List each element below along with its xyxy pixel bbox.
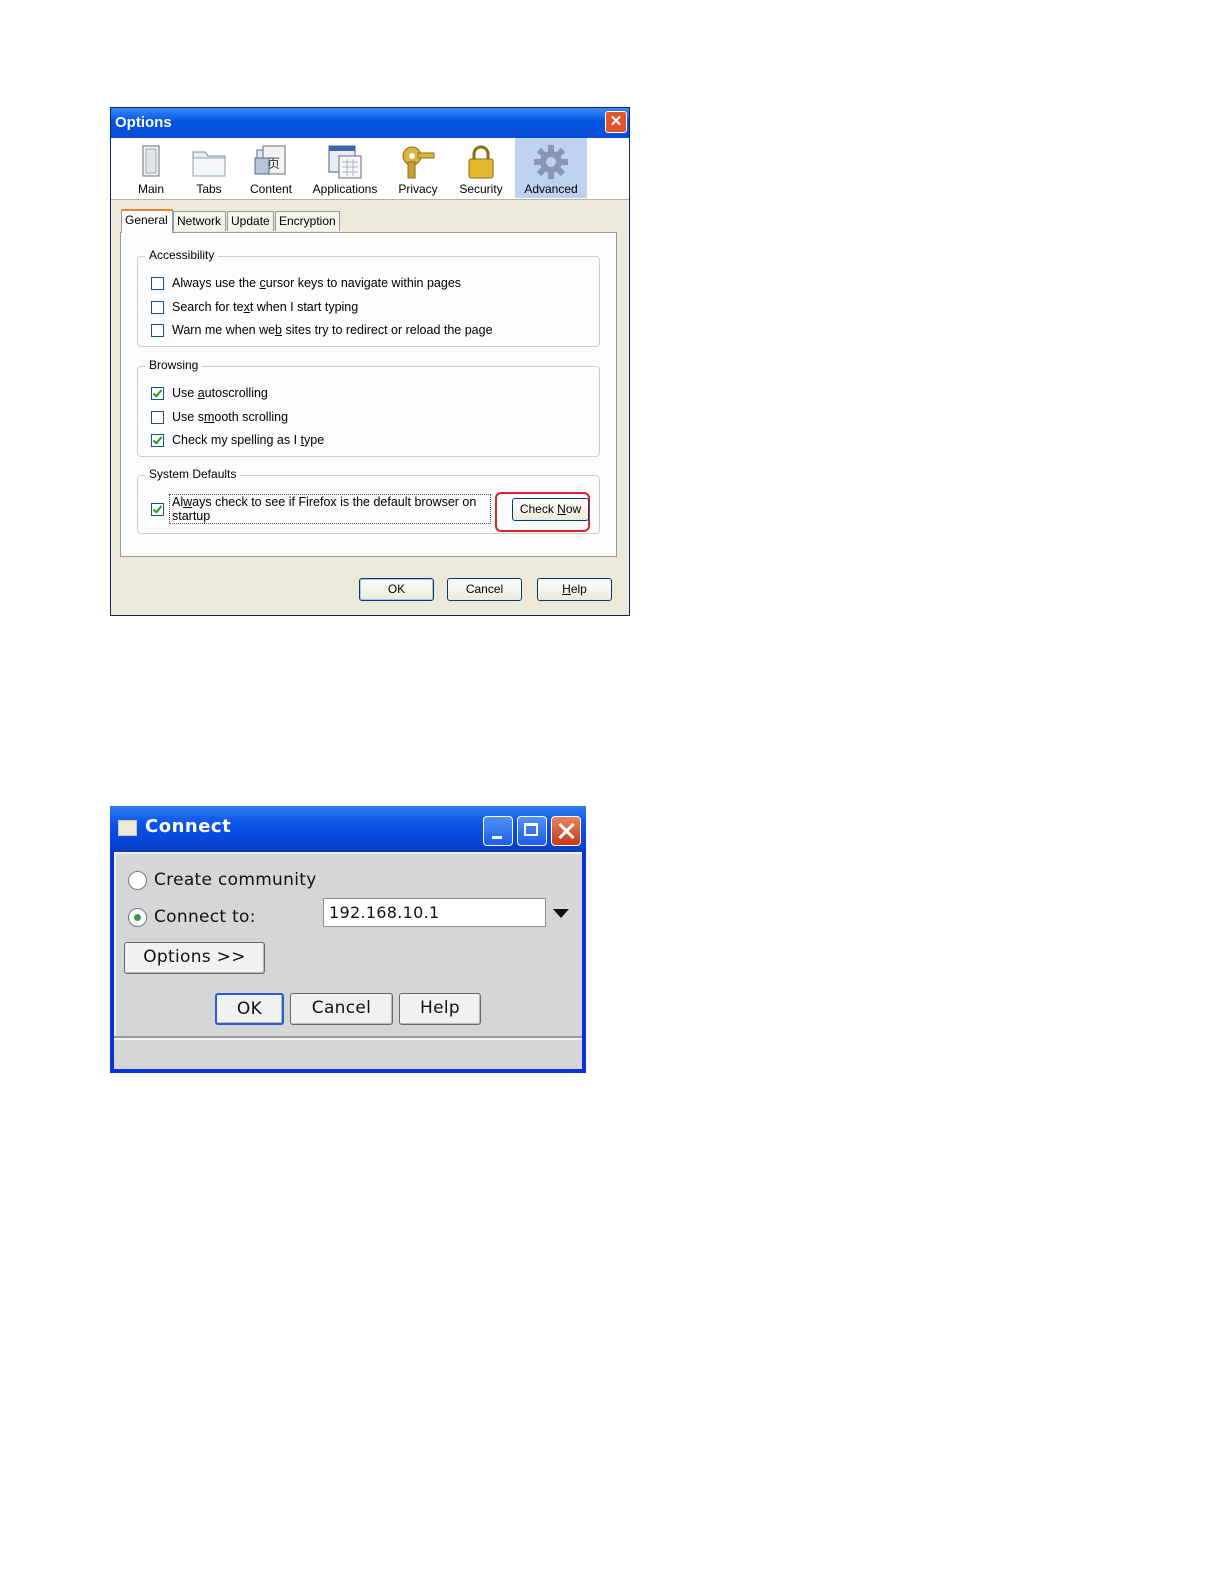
- browsing-legend: Browsing: [145, 358, 203, 372]
- pane-privacy-label: Privacy: [398, 182, 438, 196]
- smooth-scrolling-label: Use smooth scrolling: [172, 410, 289, 424]
- pane-security-label: Security: [459, 182, 503, 196]
- autoscrolling-label: Use autoscrolling: [172, 386, 268, 400]
- tab-network[interactable]: Network: [173, 211, 226, 231]
- pane-advanced[interactable]: Advanced: [515, 138, 587, 198]
- cursor-keys-label: Always use the cursor keys to navigate w…: [172, 276, 462, 290]
- close-icon: ✕: [609, 113, 623, 130]
- check-spelling-label: Check my spelling as I type: [172, 433, 325, 447]
- options-title: Options: [115, 114, 172, 131]
- pane-content-label: Content: [249, 182, 293, 196]
- accessibility-legend: Accessibility: [145, 248, 219, 262]
- search-text-typing-label: Search for text when I start typing: [172, 300, 359, 314]
- main-window-icon: [133, 144, 169, 180]
- connect-dialog: Connect Create community Connect to: Opt…: [110, 806, 586, 1073]
- options-help-button[interactable]: Help: [537, 578, 612, 601]
- privacy-key-icon: [400, 144, 436, 180]
- options-dialog: Options ✕ Main Tabs 页 Content Applicatio…: [110, 107, 630, 616]
- tab-general[interactable]: General: [121, 209, 173, 233]
- pane-main[interactable]: Main: [127, 138, 175, 198]
- tab-encryption[interactable]: Encryption: [275, 211, 340, 231]
- tabs-folder-icon: [191, 144, 227, 180]
- window-app-icon: [118, 820, 137, 836]
- check-now-button[interactable]: Check Now: [512, 498, 589, 521]
- connect-to-label: Connect to:: [154, 907, 256, 927]
- security-lock-icon: [463, 144, 499, 180]
- create-community-label: Create community: [154, 870, 317, 890]
- options-ok-button[interactable]: OK: [359, 578, 434, 601]
- applications-icon: [327, 144, 363, 180]
- dropdown-arrow-icon[interactable]: [546, 898, 575, 927]
- connect-close-button[interactable]: [551, 816, 581, 846]
- checkbox-box[interactable]: [151, 434, 164, 447]
- options-expand-button[interactable]: Options >>: [124, 942, 265, 974]
- address-input[interactable]: [323, 898, 546, 927]
- pane-applications[interactable]: Applications: [310, 138, 380, 198]
- pane-advanced-label: Advanced: [524, 182, 578, 196]
- minimize-button[interactable]: [483, 816, 513, 846]
- system-defaults-group: System Defaults Always check to see if F…: [137, 467, 600, 534]
- options-cancel-button[interactable]: Cancel: [447, 578, 522, 601]
- address-combobox[interactable]: [323, 898, 575, 927]
- create-community-radio[interactable]: [128, 871, 147, 890]
- checkbox-box[interactable]: [151, 301, 164, 314]
- pane-content[interactable]: 页 Content: [243, 138, 299, 198]
- default-browser-label: Always check to see if Firefox is the de…: [169, 494, 491, 524]
- warn-redirect-label: Warn me when web sites try to redirect o…: [172, 323, 493, 337]
- content-icon: 页: [253, 144, 289, 180]
- pane-privacy[interactable]: Privacy: [393, 138, 443, 198]
- pane-main-label: Main: [137, 182, 164, 196]
- advanced-gear-icon: [533, 144, 569, 180]
- connect-cancel-button[interactable]: Cancel: [290, 993, 393, 1025]
- maximize-button[interactable]: [517, 816, 547, 846]
- browsing-group: Browsing Use autoscrolling Use smooth sc…: [137, 358, 600, 457]
- options-close-button[interactable]: ✕: [605, 111, 627, 133]
- options-title-bar[interactable]: Options ✕: [111, 108, 629, 138]
- connect-help-button[interactable]: Help: [399, 993, 481, 1025]
- general-tab-panel: Accessibility Always use the cursor keys…: [120, 232, 617, 557]
- pane-applications-label: Applications: [312, 182, 378, 196]
- connect-to-radio[interactable]: [128, 908, 147, 927]
- connect-ok-button[interactable]: OK: [215, 993, 284, 1025]
- checkbox-box[interactable]: [151, 277, 164, 290]
- system-defaults-legend: System Defaults: [145, 467, 241, 481]
- tab-update[interactable]: Update: [227, 211, 274, 231]
- checkbox-box[interactable]: [151, 503, 164, 516]
- checkbox-box[interactable]: [151, 411, 164, 424]
- status-bar: [114, 1038, 582, 1069]
- checkbox-box[interactable]: [151, 387, 164, 400]
- connect-title-bar[interactable]: Connect: [110, 806, 586, 852]
- accessibility-group: Accessibility Always use the cursor keys…: [137, 248, 600, 347]
- options-pane-toolbar: Main Tabs 页 Content Applications Privacy…: [111, 138, 629, 200]
- checkbox-box[interactable]: [151, 324, 164, 337]
- pane-tabs[interactable]: Tabs: [187, 138, 231, 198]
- pane-tabs-label: Tabs: [196, 182, 222, 196]
- pane-security[interactable]: Security: [455, 138, 507, 198]
- connect-title: Connect: [145, 816, 232, 837]
